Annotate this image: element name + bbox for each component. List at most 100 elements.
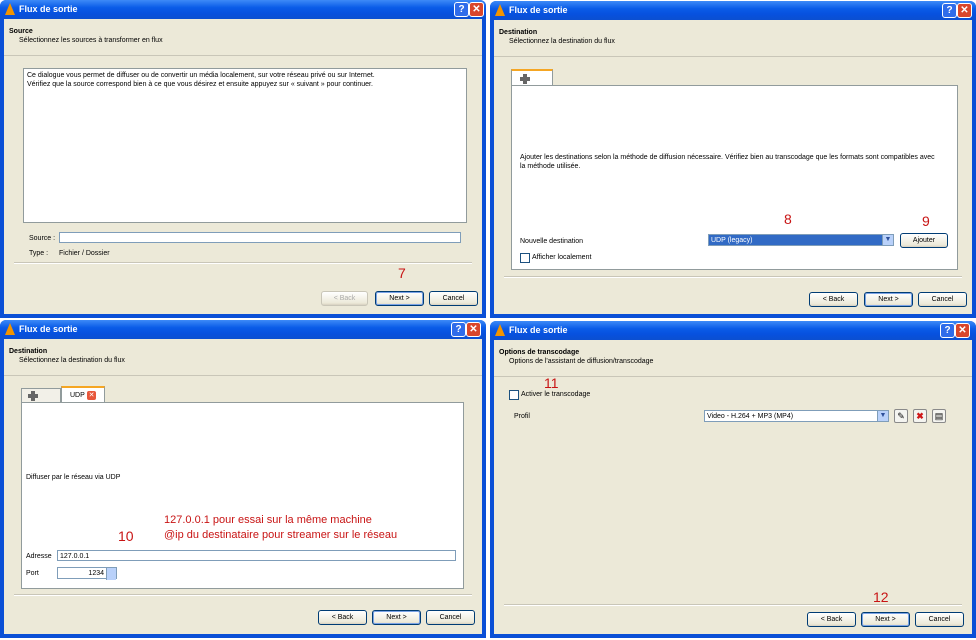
help-button[interactable]: ? xyxy=(451,322,466,337)
delete-profile-icon[interactable]: ✖ xyxy=(913,409,927,423)
vlc-cone-icon xyxy=(5,323,15,335)
close-button[interactable]: ✕ xyxy=(469,2,484,17)
profile-select-value: Video - H.264 + MP3 (MP4) xyxy=(707,413,794,420)
cancel-button[interactable]: Cancel xyxy=(915,612,964,627)
chevron-down-icon[interactable]: ▼ xyxy=(877,411,888,421)
separator xyxy=(504,276,962,278)
title-bar[interactable]: Flux de sortie ? ✕ xyxy=(490,321,976,340)
page-title: Destination xyxy=(9,348,48,355)
window-transcoding: Flux de sortie ? ✕ Options de transcodag… xyxy=(490,321,976,638)
page-title: Options de transcodage xyxy=(499,349,580,356)
close-tab-icon[interactable]: ✕ xyxy=(87,391,96,400)
annotation-11: 11 xyxy=(544,375,559,391)
window-title: Flux de sortie xyxy=(509,5,568,15)
description-line-2: Vérifiez que la source correspond bien à… xyxy=(27,81,373,88)
vlc-cone-icon xyxy=(495,324,505,336)
back-button[interactable]: < Back xyxy=(318,610,367,625)
tab-udp-label: UDP xyxy=(70,392,85,399)
tab-add-destination[interactable] xyxy=(21,388,61,403)
port-label: Port xyxy=(26,570,39,577)
port-spinbox[interactable]: 1234 xyxy=(57,567,117,580)
annotation-note-2: @ip du destinataire pour streamer sur le… xyxy=(164,529,398,541)
page-title: Source xyxy=(9,28,33,35)
separator xyxy=(14,262,472,264)
show-locally-checkbox[interactable] xyxy=(520,253,530,263)
title-bar[interactable]: Flux de sortie ? ✕ xyxy=(0,320,486,339)
description-panel: Ce dialogue vous permet de diffuser ou d… xyxy=(23,68,467,223)
source-label: Source : xyxy=(29,235,56,242)
close-button[interactable]: ✕ xyxy=(957,3,972,18)
window-source: Flux de sortie ? ✕ Source Sélectionnez l… xyxy=(0,0,486,318)
spin-arrows-icon[interactable] xyxy=(106,568,116,580)
next-button[interactable]: Next > xyxy=(375,291,424,306)
description-line-1: Ce dialogue vous permet de diffuser ou d… xyxy=(27,72,375,79)
plus-icon xyxy=(28,391,38,401)
plus-icon xyxy=(520,74,530,84)
wizard-header: Destination Sélectionnez la destination … xyxy=(494,20,972,57)
source-input[interactable] xyxy=(59,232,461,243)
page-subtitle: Sélectionnez la destination du flux xyxy=(509,38,615,45)
activate-transcoding-checkbox[interactable] xyxy=(509,390,519,400)
window-client: Destination Sélectionnez la destination … xyxy=(4,339,482,634)
next-button[interactable]: Next > xyxy=(864,292,913,307)
add-button[interactable]: Ajouter xyxy=(900,233,948,248)
annotation-7: 7 xyxy=(398,265,406,281)
type-value: Fichier / Dossier xyxy=(59,250,110,257)
close-button[interactable]: ✕ xyxy=(466,322,481,337)
title-bar[interactable]: Flux de sortie ? ✕ xyxy=(0,0,486,19)
destination-select-value: UDP (legacy) xyxy=(711,237,753,244)
back-button[interactable]: < Back xyxy=(807,612,856,627)
window-title: Flux de sortie xyxy=(19,324,78,334)
window-client: Options de transcodage Options de l'assi… xyxy=(494,340,972,634)
address-input[interactable]: 127.0.0.1 xyxy=(57,550,456,561)
vlc-cone-icon xyxy=(5,3,15,15)
vlc-cone-icon xyxy=(495,4,505,16)
annotation-12: 12 xyxy=(873,589,889,605)
back-button[interactable]: < Back xyxy=(321,291,368,306)
annotation-10: 10 xyxy=(118,528,134,544)
activate-transcoding-label: Activer le transcodage xyxy=(521,391,591,398)
show-locally-label: Afficher localement xyxy=(532,254,592,261)
back-button[interactable]: < Back xyxy=(809,292,858,307)
page-subtitle: Sélectionnez les sources à transformer e… xyxy=(19,37,163,44)
chevron-down-icon[interactable]: ▼ xyxy=(882,235,893,245)
cancel-button[interactable]: Cancel xyxy=(426,610,475,625)
profile-select[interactable]: Video - H.264 + MP3 (MP4) ▼ xyxy=(704,410,889,422)
address-label: Adresse xyxy=(26,553,52,560)
page-title: Destination xyxy=(499,29,538,36)
page-subtitle: Sélectionnez la destination du flux xyxy=(19,357,125,364)
separator xyxy=(504,604,962,606)
tab-panel: Ajouter les destinations selon la méthod… xyxy=(511,85,958,270)
type-label: Type : xyxy=(29,250,49,257)
destination-select[interactable]: UDP (legacy) ▼ xyxy=(708,234,894,246)
window-client: Destination Sélectionnez la destination … xyxy=(494,20,972,314)
window-title: Flux de sortie xyxy=(509,325,568,335)
new-destination-label: Nouvelle destination xyxy=(520,238,584,245)
wizard-header: Source Sélectionnez les sources à transf… xyxy=(4,19,482,56)
edit-profile-icon[interactable]: ✎ xyxy=(894,409,908,423)
annotation-note-1: 127.0.0.1 pour essai sur la même machine xyxy=(164,514,372,526)
next-button[interactable]: Next > xyxy=(372,610,421,625)
next-button[interactable]: Next > xyxy=(861,612,910,627)
cancel-button[interactable]: Cancel xyxy=(429,291,478,306)
udp-info: Diffuser par le réseau via UDP xyxy=(26,474,121,481)
help-button[interactable]: ? xyxy=(940,323,955,338)
profile-label: Profil xyxy=(514,413,530,420)
window-destination-udp: Flux de sortie ? ✕ Destination Sélection… xyxy=(0,320,486,638)
window-destination: Flux de sortie ? ✕ Destination Sélection… xyxy=(490,1,976,318)
window-client: Source Sélectionnez les sources à transf… xyxy=(4,19,482,314)
help-button[interactable]: ? xyxy=(454,2,469,17)
close-button[interactable]: ✕ xyxy=(955,323,970,338)
title-bar[interactable]: Flux de sortie ? ✕ xyxy=(490,1,976,20)
destination-info-line-2: la méthode utilisée. xyxy=(520,163,581,170)
tab-panel: Diffuser par le réseau via UDP 127.0.0.1… xyxy=(21,402,464,589)
cancel-button[interactable]: Cancel xyxy=(918,292,967,307)
window-title: Flux de sortie xyxy=(19,4,78,14)
separator xyxy=(14,594,472,596)
new-profile-icon[interactable]: ▤ xyxy=(932,409,946,423)
help-button[interactable]: ? xyxy=(942,3,957,18)
port-value: 1234 xyxy=(88,570,104,577)
wizard-header: Destination Sélectionnez la destination … xyxy=(4,339,482,376)
page-subtitle: Options de l'assistant de diffusion/tran… xyxy=(509,358,654,365)
annotation-9: 9 xyxy=(922,213,930,229)
